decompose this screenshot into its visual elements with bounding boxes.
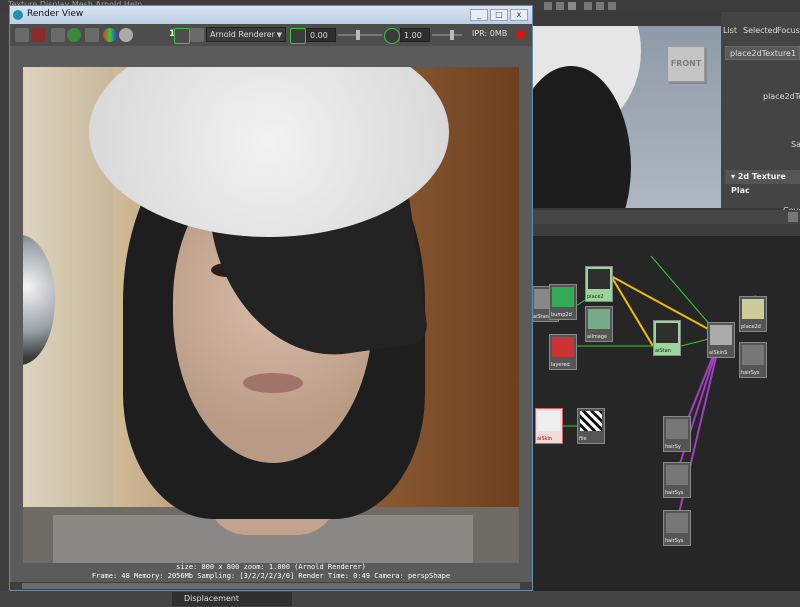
render-info-stats: Frame: 48 Memory: 2056Mb Sampling: [3/2/…	[91, 572, 451, 580]
node-thumbnail	[742, 299, 764, 319]
view-cube[interactable]: FRONT	[667, 46, 705, 82]
node-graph-canvas[interactable]: aiStand place2 bump2d aiImage aiStan aiS…	[531, 236, 800, 607]
node-name-field[interactable]: place2dTextu	[763, 92, 800, 101]
attribute-editor: List Selected Focus place2dTexture1 plac…	[721, 12, 800, 215]
scrollbar-thumb[interactable]	[22, 583, 520, 589]
node-label: place2	[587, 294, 604, 300]
alpha-channel-icon[interactable]	[119, 28, 133, 42]
node-thumbnail	[538, 411, 560, 431]
node-label: aiImage	[587, 334, 608, 340]
node-file-checker[interactable]: file	[577, 408, 605, 444]
node-thumbnail	[666, 513, 688, 533]
remove-image-icon[interactable]	[190, 28, 204, 42]
exposure-field[interactable]: 0.00	[306, 28, 336, 42]
close-icon[interactable]: x	[510, 9, 528, 21]
maya-toolbar-icons[interactable]	[538, 0, 800, 12]
menu-focus[interactable]: Focus	[777, 24, 800, 38]
render-lips	[243, 373, 303, 393]
gamma-field[interactable]: 1.00	[400, 28, 430, 42]
ipr-memory-status: IPR: 0MB	[472, 29, 508, 38]
gamma-slider-handle[interactable]	[450, 30, 454, 40]
node-place2d-right[interactable]: place2d	[739, 296, 767, 332]
node-hairsystem-top[interactable]: hairSys	[739, 342, 767, 378]
render-region-icon[interactable]	[31, 28, 45, 42]
tab-place2dtexture1[interactable]: place2dTexture1	[725, 46, 800, 60]
maya-app-icon	[13, 10, 23, 20]
perspective-viewport[interactable]: FRONT	[531, 26, 721, 208]
node-label: aiSkinS	[709, 350, 728, 356]
node-place2d[interactable]: place2	[585, 266, 613, 302]
ipr-render-icon[interactable]	[67, 28, 81, 42]
render-view-toolbar: 1:1 Arnold Renderer ▼ 0.00 1.00 IPR: 0MB	[10, 24, 532, 47]
node-editor: aiStand place2 bump2d aiImage aiStan aiS…	[531, 210, 800, 607]
rendered-image	[23, 67, 519, 563]
node-thumbnail	[742, 345, 764, 365]
sample-label: Sa	[791, 140, 800, 149]
horizontal-scrollbar[interactable]	[10, 582, 532, 590]
snapshot-icon[interactable]	[51, 28, 65, 42]
renderer-value: Arnold Renderer	[210, 30, 275, 39]
node-editor-close-icon[interactable]	[788, 212, 798, 222]
chevron-down-icon: ▼	[276, 31, 282, 39]
node-hairsystem-2[interactable]: hairSys	[663, 462, 691, 498]
node-label: layered	[551, 362, 570, 368]
window-title: Render View	[27, 9, 84, 19]
render-canvas-area[interactable]	[10, 46, 532, 586]
node-thumbnail	[588, 309, 610, 329]
node-label: hairSys	[741, 370, 760, 376]
displacement-tab[interactable]: Displacement	[172, 592, 292, 606]
render-view-title-bar[interactable]: Render View _ □ x	[10, 6, 532, 24]
section-title: 2d Texture Plac	[731, 172, 786, 195]
node-editor-header	[531, 210, 800, 224]
minimize-icon[interactable]: _	[470, 9, 488, 21]
node-bump2d[interactable]: bump2d	[549, 284, 577, 320]
node-hairsystem-1[interactable]: hairSy	[663, 416, 691, 452]
node-aiskin[interactable]: aiSkin	[535, 408, 563, 444]
node-label: place2d	[741, 324, 761, 330]
redo-render-icon[interactable]	[15, 28, 29, 42]
attribute-editor-menu: List Selected Focus	[721, 24, 800, 38]
node-thumbnail	[588, 269, 610, 289]
maximize-icon[interactable]: □	[490, 9, 508, 21]
menu-list[interactable]: List	[723, 24, 737, 38]
node-label: file	[579, 436, 587, 442]
node-label: aiSkin	[537, 436, 553, 442]
maya-left-toolbar	[0, 12, 9, 591]
node-label: hairSys	[665, 490, 684, 496]
maya-bottom-bar: Displacement	[0, 591, 800, 607]
node-editor-toolbar	[531, 224, 800, 236]
menu-selected[interactable]: Selected	[743, 24, 778, 38]
keep-image-icon[interactable]	[174, 28, 190, 44]
node-thumbnail	[666, 419, 688, 439]
stop-render-icon[interactable]	[516, 30, 525, 39]
node-thumbnail	[666, 465, 688, 485]
node-label: hairSy	[665, 444, 681, 450]
node-thumbnail	[552, 337, 574, 357]
gamma-icon[interactable]	[384, 28, 400, 44]
render-info-size: size: 800 x 800 zoom: 1.000 (Arnold Rend…	[176, 563, 366, 571]
checker-icon	[580, 411, 602, 431]
node-label: hairSys	[665, 538, 684, 544]
node-aistandard[interactable]: aiStan	[653, 320, 681, 356]
node-aiskinsss[interactable]: aiSkinS	[707, 322, 735, 358]
node-thumbnail	[552, 287, 574, 307]
node-label: aiStan	[655, 348, 671, 354]
rgb-channels-icon[interactable]	[103, 28, 117, 42]
render-view-window: Render View _ □ x 1:1 Arnold Renderer ▼ …	[9, 5, 533, 591]
node-hairsystem-3[interactable]: hairSys	[663, 510, 691, 546]
node-thumbnail	[656, 323, 678, 343]
exposure-slider[interactable]	[338, 34, 382, 36]
node-thumbnail	[710, 325, 732, 345]
gamma-slider[interactable]	[432, 34, 462, 36]
section-2d-texture-placement[interactable]: ▾ 2d Texture Plac	[725, 170, 800, 195]
renderer-dropdown[interactable]: Arnold Renderer ▼	[206, 27, 286, 42]
refresh-icon[interactable]	[85, 28, 99, 42]
node-aiimage[interactable]: aiImage	[585, 306, 613, 342]
exposure-slider-handle[interactable]	[356, 30, 360, 40]
exposure-icon[interactable]	[290, 28, 306, 44]
node-label: bump2d	[551, 312, 572, 318]
node-layered[interactable]: layered	[549, 334, 577, 370]
